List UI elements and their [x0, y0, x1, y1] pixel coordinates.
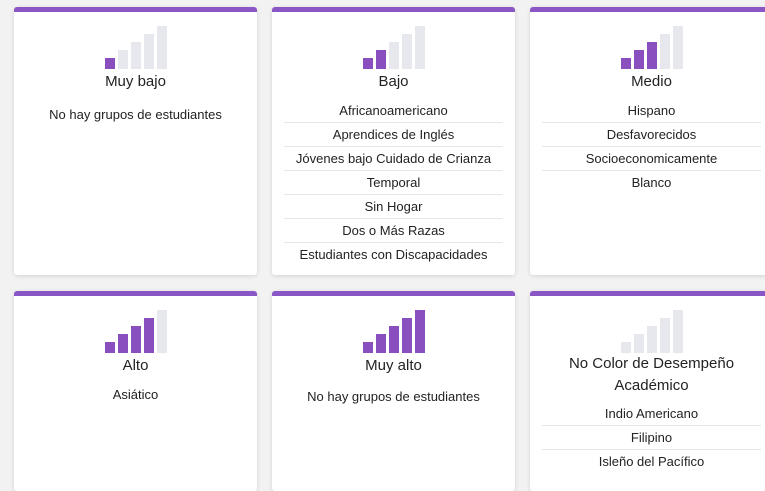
empty-groups-message: No hay grupos de estudiantes: [307, 389, 480, 404]
level-bar: [414, 310, 425, 353]
level-bar: [104, 58, 115, 69]
student-group-item: Jóvenes bajo Cuidado de Crianza: [284, 147, 503, 171]
level-bar: [620, 342, 631, 353]
level-bar: [117, 50, 128, 69]
level-bar: [156, 26, 167, 69]
student-group-item: Aprendices de Inglés: [284, 123, 503, 147]
student-group-item: Filipino: [542, 426, 761, 450]
level-bar: [633, 50, 644, 69]
level-bar: [659, 34, 670, 69]
performance-level-icon: [14, 25, 257, 69]
student-group-item: Estudiantes con Discapacidades: [299, 247, 488, 262]
student-group-item: Desfavorecidos: [542, 123, 761, 147]
performance-level-icon: [272, 25, 515, 69]
performance-level-icon: [530, 25, 765, 69]
level-bar: [388, 42, 399, 69]
performance-card-medio: Medio Hispano Desfavorecidos Socioeconom…: [530, 7, 765, 275]
level-bar: [104, 342, 115, 353]
level-bar: [401, 34, 412, 69]
level-bar: [633, 334, 644, 353]
performance-level-title: Bajo: [378, 73, 409, 90]
level-bar: [156, 310, 167, 353]
performance-level-title: Alto: [122, 357, 149, 374]
performance-card-no-color: No Color de Desempeño Académico Indio Am…: [530, 291, 765, 491]
level-bar: [130, 326, 141, 353]
student-group-list: Asiático: [26, 383, 245, 406]
level-bar: [362, 342, 373, 353]
student-group-list: Hispano Desfavorecidos Socioeconomicamen…: [542, 99, 761, 194]
student-group-list: Indio Americano Filipino Isleño del Pací…: [542, 402, 761, 473]
level-bar: [375, 334, 386, 353]
level-bar: [672, 26, 683, 69]
performance-card-alto: Alto Asiático: [14, 291, 257, 491]
level-bar: [401, 318, 412, 353]
level-bar: [414, 26, 425, 69]
student-group-item: Africanoamericano: [284, 99, 503, 123]
level-bar: [143, 34, 154, 69]
performance-level-title: Medio: [631, 73, 672, 90]
level-bar: [143, 318, 154, 353]
student-group-item: Temporal: [284, 171, 503, 195]
student-group-list: Africanoamericano Aprendices de Inglés J…: [284, 99, 503, 266]
level-bar: [388, 326, 399, 353]
performance-level-title: Muy bajo: [105, 73, 166, 90]
performance-level-icon: [14, 309, 257, 353]
performance-card-muy-alto: Muy alto No hay grupos de estudiantes: [272, 291, 515, 491]
level-bar: [117, 334, 128, 353]
level-bar: [659, 318, 670, 353]
level-bar: [375, 50, 386, 69]
level-bar: [646, 326, 657, 353]
performance-level-title: Muy alto: [365, 357, 422, 374]
student-group-item: Sin Hogar: [284, 195, 503, 219]
student-group-item: Asiático: [112, 387, 159, 402]
student-group-item: Indio Americano: [542, 402, 761, 426]
level-bar: [362, 58, 373, 69]
student-group-item: Blanco: [631, 175, 672, 190]
performance-level-title: No Color de Desempeño Académico: [568, 355, 735, 394]
level-bar: [646, 42, 657, 69]
empty-groups-message: No hay grupos de estudiantes: [49, 107, 222, 122]
student-group-item: Dos o Más Razas: [284, 219, 503, 243]
performance-card-muy-bajo: Muy bajo No hay grupos de estudiantes: [14, 7, 257, 275]
student-group-item: Hispano: [542, 99, 761, 123]
level-bar: [620, 58, 631, 69]
student-group-item: Socioeconomicamente: [542, 147, 761, 171]
performance-card-bajo: Bajo Africanoamericano Aprendices de Ing…: [272, 7, 515, 275]
student-group-item: Isleño del Pacífico: [598, 454, 705, 469]
performance-level-icon: [272, 309, 515, 353]
level-bar: [672, 310, 683, 353]
performance-level-icon: [530, 309, 765, 353]
level-bar: [130, 42, 141, 69]
